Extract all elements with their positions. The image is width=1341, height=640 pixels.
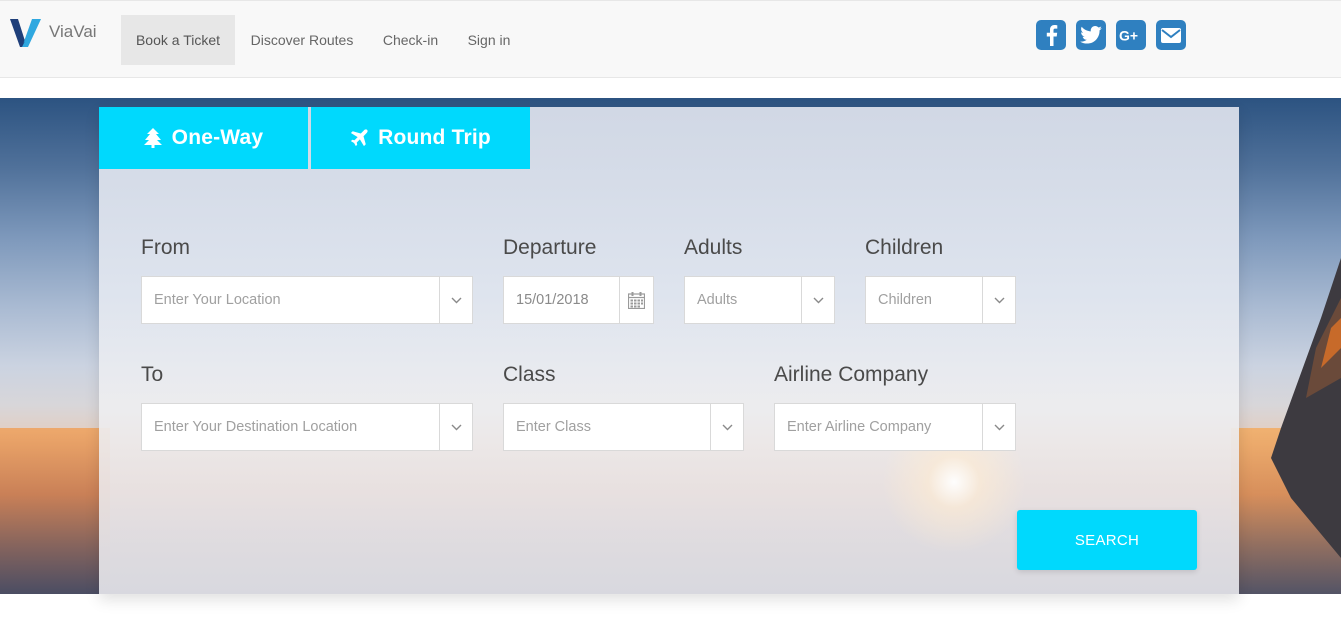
search-button[interactable]: SEARCH xyxy=(1017,510,1197,570)
hero-sunset-left xyxy=(0,428,110,594)
nav-item-check-in[interactable]: Check-in xyxy=(373,15,448,65)
tab-round-trip-label: Round Trip xyxy=(378,126,491,149)
airline-company-input[interactable] xyxy=(775,404,982,450)
class-select[interactable] xyxy=(503,403,744,451)
adults-label: Adults xyxy=(684,236,743,259)
chevron-down-icon[interactable] xyxy=(439,404,472,450)
brand-logo-icon xyxy=(10,19,41,47)
from-select[interactable] xyxy=(141,276,473,324)
brand[interactable]: ViaVai xyxy=(10,17,97,47)
chevron-down-icon[interactable] xyxy=(439,277,472,323)
nav-item-discover-routes[interactable]: Discover Routes xyxy=(242,15,362,65)
envelope-icon[interactable] xyxy=(1156,20,1186,50)
to-select[interactable] xyxy=(141,403,473,451)
twitter-icon[interactable] xyxy=(1076,20,1106,50)
google-plus-icon[interactable]: G+ xyxy=(1116,20,1146,50)
tab-round-trip[interactable]: Round Trip xyxy=(311,107,530,169)
departure-date-field[interactable]: 15/01/2018 xyxy=(503,276,654,324)
chevron-down-icon[interactable] xyxy=(982,277,1015,323)
departure-label: Departure xyxy=(503,236,597,259)
to-input[interactable] xyxy=(142,404,438,450)
tab-one-way-label: One-Way xyxy=(171,126,264,149)
chevron-down-icon[interactable] xyxy=(982,404,1015,450)
class-label: Class xyxy=(503,363,556,386)
airplane-wing-image xyxy=(1271,258,1341,558)
adults-select[interactable] xyxy=(684,276,835,324)
brand-name: ViaVai xyxy=(49,22,97,41)
facebook-icon[interactable] xyxy=(1036,20,1066,50)
plane-icon xyxy=(350,129,368,147)
airline-company-select[interactable] xyxy=(774,403,1016,451)
departure-date-value[interactable]: 15/01/2018 xyxy=(516,277,589,323)
nav-item-book-a-ticket[interactable]: Book a Ticket xyxy=(121,15,235,65)
children-select[interactable] xyxy=(865,276,1016,324)
calendar-icon[interactable] xyxy=(619,277,653,323)
children-label: Children xyxy=(865,236,944,259)
adults-input[interactable] xyxy=(685,277,801,323)
class-input[interactable] xyxy=(504,404,710,450)
tree-icon xyxy=(143,128,162,148)
chevron-down-icon[interactable] xyxy=(710,404,743,450)
booking-panel: One-Way Round Trip From Departure Adults… xyxy=(99,107,1239,594)
to-label: To xyxy=(141,363,164,386)
chevron-down-icon[interactable] xyxy=(801,277,834,323)
children-input[interactable] xyxy=(866,277,982,323)
svg-text:G+: G+ xyxy=(1119,28,1138,44)
from-label: From xyxy=(141,236,190,259)
navbar: ViaVai Book a Ticket Discover Routes Che… xyxy=(0,0,1341,78)
airline-company-label: Airline Company xyxy=(774,363,929,386)
tab-one-way[interactable]: One-Way xyxy=(99,107,308,169)
nav-item-sign-in[interactable]: Sign in xyxy=(460,15,518,65)
from-input[interactable] xyxy=(142,277,438,323)
